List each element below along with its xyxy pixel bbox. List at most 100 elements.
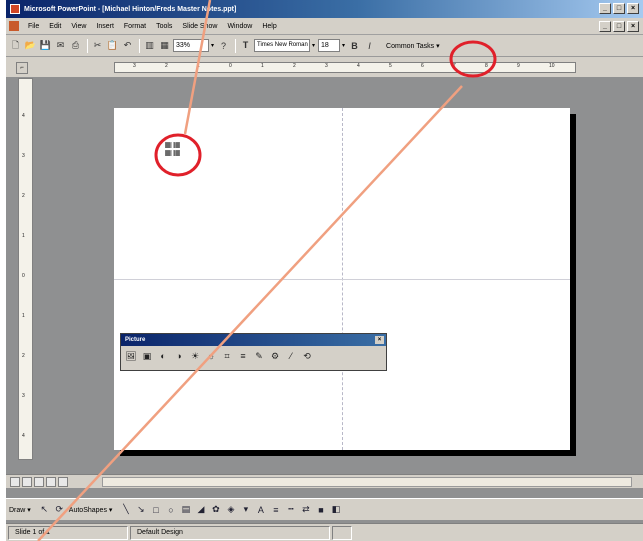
line-color-icon[interactable]: ▾ bbox=[240, 504, 251, 515]
print-icon[interactable]: ⎙ bbox=[69, 39, 82, 52]
common-tasks-button[interactable]: Common Tasks ▾ bbox=[386, 42, 440, 50]
normal-view-icon[interactable] bbox=[10, 476, 20, 487]
toolbar-separator bbox=[87, 38, 88, 53]
slide-view-icon[interactable] bbox=[34, 476, 44, 487]
ruler-tick: 0 bbox=[22, 273, 25, 279]
view-bar bbox=[6, 474, 643, 488]
recolor-icon[interactable]: ✎ bbox=[253, 349, 265, 363]
format-picture-icon[interactable]: ⚙ bbox=[269, 349, 281, 363]
arrow-icon[interactable]: ↘ bbox=[135, 504, 146, 515]
document-window-controls: _ □ × bbox=[599, 21, 639, 32]
line-style-icon[interactable]: ≡ bbox=[270, 504, 281, 515]
doc-close-button[interactable]: × bbox=[627, 21, 639, 32]
menu-window[interactable]: Window bbox=[222, 23, 257, 30]
menu-help[interactable]: Help bbox=[257, 23, 281, 30]
chevron-down-icon[interactable]: ▾ bbox=[211, 42, 214, 49]
set-transparent-icon[interactable]: ⁄ bbox=[285, 349, 297, 363]
insert-chart-icon[interactable]: ▥ bbox=[143, 39, 156, 52]
text-icon[interactable]: 𝐓 bbox=[239, 39, 252, 52]
menu-view[interactable]: View bbox=[66, 23, 91, 30]
maximize-button[interactable]: □ bbox=[613, 3, 625, 14]
clipart-icon[interactable]: ✿ bbox=[210, 504, 221, 515]
shadow-icon[interactable]: ■ bbox=[315, 504, 326, 515]
ruler-tick: 0 bbox=[229, 63, 232, 69]
picture-toolbar-label: Picture bbox=[125, 337, 146, 343]
picture-placeholder-icon[interactable]: ▦▦ ▦▦ bbox=[162, 141, 184, 157]
chevron-down-icon[interactable]: ▾ bbox=[342, 42, 345, 49]
line-style-icon[interactable]: ≡ bbox=[237, 349, 249, 363]
font-color-icon[interactable]: A bbox=[255, 504, 266, 515]
dash-style-icon[interactable]: ┅ bbox=[285, 504, 296, 515]
insert-table-icon[interactable]: ▦ bbox=[158, 39, 171, 52]
cut-icon[interactable]: ✂ bbox=[91, 39, 104, 52]
menu-slide-show[interactable]: Slide Show bbox=[177, 23, 222, 30]
menu-file[interactable]: File bbox=[23, 23, 44, 30]
picture-toolbar[interactable]: Picture × 🖼 ▣ ◐ ◑ ☀ ☼ ⌗ ≡ ✎ ⚙ ⁄ ⟲ bbox=[120, 333, 387, 371]
more-contrast-icon[interactable]: ◐ bbox=[157, 349, 169, 363]
horizontal-ruler[interactable]: 3 2 1 0 1 2 3 4 5 6 7 8 9 10 bbox=[114, 62, 576, 73]
ruler-tick: 2 bbox=[22, 193, 25, 199]
vertical-ruler[interactable]: 4 3 2 1 0 1 2 3 4 bbox=[18, 78, 33, 460]
ruler-tick: 1 bbox=[261, 63, 264, 69]
bold-icon[interactable]: B bbox=[348, 39, 361, 52]
select-objects-icon[interactable]: ↖ bbox=[39, 504, 50, 515]
font-name-select[interactable]: Times New Roman bbox=[254, 39, 311, 52]
email-icon[interactable]: ✉ bbox=[54, 39, 67, 52]
minimize-button[interactable]: _ bbox=[599, 3, 611, 14]
autoshapes-menu-button[interactable]: AutoShapes ▾ bbox=[69, 506, 113, 514]
rectangle-icon[interactable]: □ bbox=[150, 504, 161, 515]
font-size-select[interactable]: 18 bbox=[318, 39, 341, 52]
chevron-down-icon[interactable]: ▾ bbox=[312, 42, 315, 49]
insert-picture-icon[interactable]: 🖼 bbox=[125, 349, 137, 363]
picture-toolbar-close-button[interactable]: × bbox=[375, 336, 384, 344]
crop-icon[interactable]: ⌗ bbox=[221, 349, 233, 363]
doc-restore-button[interactable]: □ bbox=[613, 21, 625, 32]
ruler-tick: 1 bbox=[22, 233, 25, 239]
menu-tools[interactable]: Tools bbox=[151, 23, 177, 30]
ruler-tick: 2 bbox=[165, 63, 168, 69]
arrow-style-icon[interactable]: ⇄ bbox=[300, 504, 311, 515]
slide-sorter-icon[interactable] bbox=[46, 476, 56, 487]
menu-insert[interactable]: Insert bbox=[91, 23, 119, 30]
line-icon[interactable]: ╲ bbox=[120, 504, 131, 515]
textbox-icon[interactable]: ▤ bbox=[180, 504, 191, 515]
outline-view-icon[interactable] bbox=[22, 476, 32, 487]
new-icon[interactable]: 🗋 bbox=[9, 39, 22, 52]
image-control-icon[interactable]: ▣ bbox=[141, 349, 153, 363]
undo-icon[interactable]: ↶ bbox=[121, 39, 134, 52]
doc-minimize-button[interactable]: _ bbox=[599, 21, 611, 32]
slide-show-icon[interactable] bbox=[58, 476, 68, 487]
zoom-select[interactable]: 33% bbox=[173, 39, 209, 52]
ruler-tick: 6 bbox=[421, 63, 424, 69]
slide-canvas[interactable]: ▦▦ ▦▦ bbox=[114, 108, 570, 450]
document-icon[interactable] bbox=[9, 21, 19, 31]
save-icon[interactable]: 💾 bbox=[39, 39, 52, 52]
oval-icon[interactable]: ○ bbox=[165, 504, 176, 515]
italic-icon[interactable]: I bbox=[363, 39, 376, 52]
close-button[interactable]: × bbox=[627, 3, 639, 14]
help-icon[interactable]: ? bbox=[217, 39, 230, 52]
draw-menu-button[interactable]: Draw ▾ bbox=[9, 506, 31, 514]
open-icon[interactable]: 📂 bbox=[24, 39, 37, 52]
free-rotate-icon[interactable]: ⟳ bbox=[54, 504, 65, 515]
wordart-icon[interactable]: ◢ bbox=[195, 504, 206, 515]
ruler-tick: 5 bbox=[389, 63, 392, 69]
powerpoint-app-icon[interactable] bbox=[10, 4, 20, 14]
status-bar: Slide 1 of 1 Default Design bbox=[6, 523, 643, 541]
paste-icon[interactable]: 📋 bbox=[106, 39, 119, 52]
menu-format[interactable]: Format bbox=[119, 23, 151, 30]
horizontal-guide[interactable] bbox=[114, 279, 570, 280]
picture-toolbar-title[interactable]: Picture × bbox=[121, 334, 386, 346]
ruler-tick: 2 bbox=[293, 63, 296, 69]
less-contrast-icon[interactable]: ◑ bbox=[173, 349, 185, 363]
reset-picture-icon[interactable]: ⟲ bbox=[301, 349, 313, 363]
less-brightness-icon[interactable]: ☼ bbox=[205, 349, 217, 363]
ruler-tick: 8 bbox=[485, 63, 488, 69]
3d-icon[interactable]: ◧ bbox=[330, 504, 341, 515]
horizontal-scrollbar[interactable] bbox=[102, 477, 632, 487]
fill-color-icon[interactable]: ◈ bbox=[225, 504, 236, 515]
ruler-corner[interactable]: ⌐ bbox=[16, 62, 28, 74]
menu-edit[interactable]: Edit bbox=[44, 23, 66, 30]
title-bar: Microsoft PowerPoint - [Michael Hinton/F… bbox=[6, 0, 643, 18]
more-brightness-icon[interactable]: ☀ bbox=[189, 349, 201, 363]
